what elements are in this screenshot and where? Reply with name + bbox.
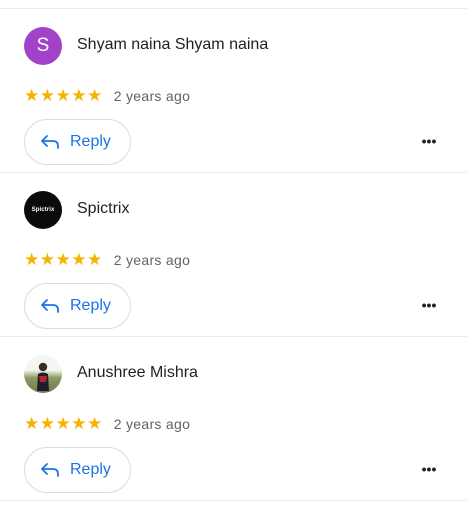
more-options-icon: ••• bbox=[421, 133, 437, 149]
person-photo-icon bbox=[37, 362, 49, 391]
reply-arrow-icon bbox=[41, 135, 59, 149]
reply-arrow-icon bbox=[41, 463, 59, 477]
review-card: S Shyam naina Shyam naina ★★★★★ 2 years … bbox=[0, 9, 467, 173]
star-rating: ★★★★★ bbox=[24, 414, 103, 433]
more-options-button[interactable]: ••• bbox=[417, 462, 441, 476]
divider bbox=[0, 500, 467, 501]
avatar[interactable]: S bbox=[24, 27, 62, 65]
rating-row: ★★★★★ 2 years ago bbox=[24, 414, 191, 433]
avatar-logo-text: Spictrix bbox=[31, 207, 55, 213]
reply-button[interactable]: Reply bbox=[24, 119, 131, 165]
reply-label: Reply bbox=[70, 133, 111, 150]
avatar-letter: S bbox=[36, 35, 50, 56]
reply-label: Reply bbox=[70, 297, 111, 314]
more-options-button[interactable]: ••• bbox=[417, 298, 441, 312]
review-card: Anushree Mishra ★★★★★ 2 years ago Reply … bbox=[0, 337, 467, 501]
review-time: 2 years ago bbox=[113, 252, 191, 268]
star-rating: ★★★★★ bbox=[24, 86, 103, 105]
avatar[interactable] bbox=[24, 355, 62, 393]
reviewer-name[interactable]: Shyam naina Shyam naina bbox=[77, 36, 268, 54]
reply-button[interactable]: Reply bbox=[24, 283, 131, 329]
more-options-icon: ••• bbox=[421, 461, 437, 477]
more-options-button[interactable]: ••• bbox=[417, 134, 441, 148]
reply-arrow-icon bbox=[41, 299, 59, 313]
reviewer-name[interactable]: Spictrix bbox=[77, 200, 129, 218]
reviewer-name[interactable]: Anushree Mishra bbox=[77, 364, 198, 382]
rating-row: ★★★★★ 2 years ago bbox=[24, 250, 191, 269]
star-rating: ★★★★★ bbox=[24, 250, 103, 269]
review-time: 2 years ago bbox=[113, 416, 191, 432]
more-options-icon: ••• bbox=[421, 297, 437, 313]
reply-button[interactable]: Reply bbox=[24, 447, 131, 493]
review-card: Spictrix Spictrix ★★★★★ 2 years ago Repl… bbox=[0, 173, 467, 337]
reply-label: Reply bbox=[70, 461, 111, 478]
rating-row: ★★★★★ 2 years ago bbox=[24, 86, 191, 105]
avatar[interactable]: Spictrix bbox=[24, 191, 62, 229]
review-time: 2 years ago bbox=[113, 88, 191, 104]
